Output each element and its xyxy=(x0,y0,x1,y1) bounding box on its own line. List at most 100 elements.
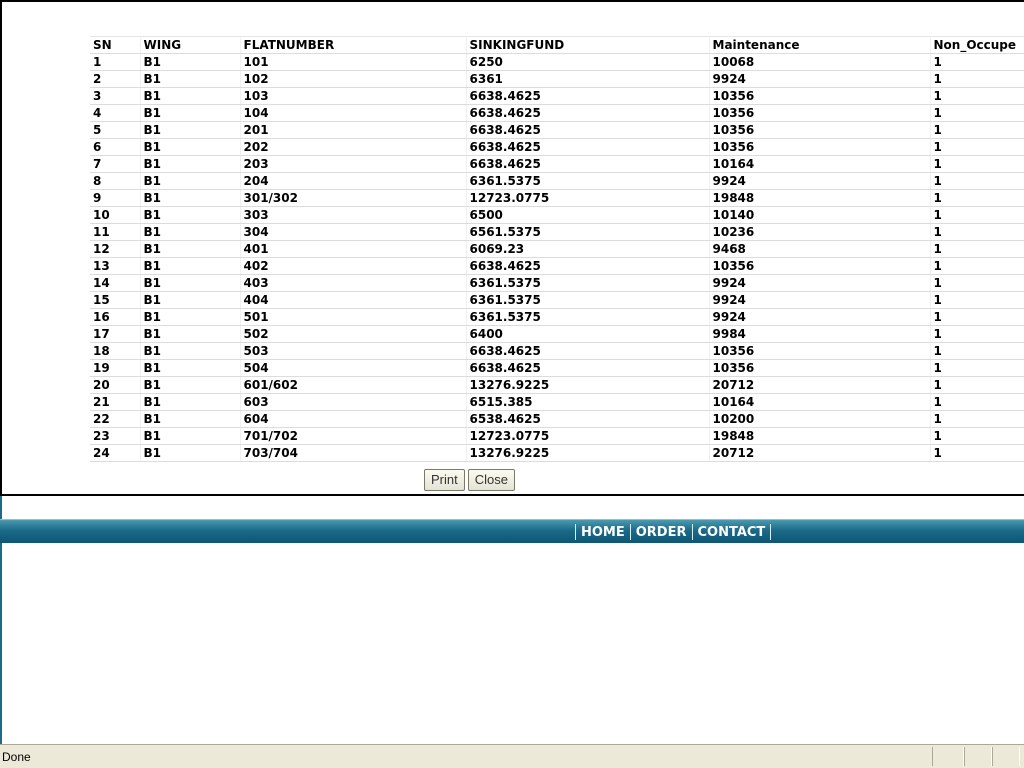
table-row: 18 B1 503 6638.4625 10356 1 xyxy=(90,342,1024,360)
cell-sinkingfund: 6361.5375 xyxy=(466,308,710,326)
cell-sinkingfund: 6638.4625 xyxy=(466,138,710,156)
nav-link-order[interactable]: ORDER xyxy=(636,525,687,540)
cell-sn: 2 xyxy=(90,70,141,88)
column-header-flatnumber: FLATNUMBER xyxy=(240,36,467,54)
cell-maintenance: 19848 xyxy=(709,427,931,445)
table-row: 13 B1 402 6638.4625 10356 1 xyxy=(90,257,1024,275)
table-row: 11 B1 304 6561.5375 10236 1 xyxy=(90,223,1024,241)
cell-maintenance: 10200 xyxy=(709,410,931,428)
cell-sinkingfund: 6638.4625 xyxy=(466,104,710,122)
cell-non-occupied: 1 xyxy=(930,427,1024,445)
cell-wing: B1 xyxy=(140,121,241,139)
nav-link-contact[interactable]: CONTACT xyxy=(698,525,766,540)
cell-maintenance: 10356 xyxy=(709,257,931,275)
cell-sn: 18 xyxy=(90,342,141,360)
table-row: 24 B1 703/704 13276.9225 20712 1 xyxy=(90,444,1024,462)
cell-sn: 3 xyxy=(90,87,141,105)
cell-flatnumber: 501 xyxy=(240,308,467,326)
cell-wing: B1 xyxy=(140,206,241,224)
cell-flatnumber: 304 xyxy=(240,223,467,241)
cell-wing: B1 xyxy=(140,410,241,428)
cell-maintenance: 10236 xyxy=(709,223,931,241)
cell-non-occupied: 1 xyxy=(930,223,1024,241)
cell-wing: B1 xyxy=(140,342,241,360)
report-panel: SN WING FLATNUMBER SINKINGFUND Maintenan… xyxy=(0,0,1024,496)
close-button[interactable]: Close xyxy=(467,469,515,491)
cell-wing: B1 xyxy=(140,308,241,326)
cell-maintenance: 9924 xyxy=(709,308,931,326)
cell-maintenance: 9468 xyxy=(709,240,931,258)
table-row: 22 B1 604 6538.4625 10200 1 xyxy=(90,410,1024,428)
nav-separator xyxy=(770,524,772,540)
browser-status-bar: Done xyxy=(0,744,1024,768)
cell-sn: 23 xyxy=(90,427,141,445)
cell-wing: B1 xyxy=(140,427,241,445)
table-row: 20 B1 601/602 13276.9225 20712 1 xyxy=(90,376,1024,394)
cell-non-occupied: 1 xyxy=(930,444,1024,462)
cell-flatnumber: 403 xyxy=(240,274,467,292)
footer-nav-bar: HOME ORDER CONTACT xyxy=(0,519,1024,543)
cell-sn: 24 xyxy=(90,444,141,462)
table-row: 14 B1 403 6361.5375 9924 1 xyxy=(90,274,1024,292)
cell-non-occupied: 1 xyxy=(930,189,1024,207)
cell-sn: 10 xyxy=(90,206,141,224)
table-row: 5 B1 201 6638.4625 10356 1 xyxy=(90,121,1024,139)
cell-non-occupied: 1 xyxy=(930,138,1024,156)
cell-flatnumber: 202 xyxy=(240,138,467,156)
cell-sn: 22 xyxy=(90,410,141,428)
cell-wing: B1 xyxy=(140,393,241,411)
table-row: 4 B1 104 6638.4625 10356 1 xyxy=(90,104,1024,122)
cell-maintenance: 9924 xyxy=(709,291,931,309)
cell-flatnumber: 401 xyxy=(240,240,467,258)
cell-flatnumber: 204 xyxy=(240,172,467,190)
cell-sn: 17 xyxy=(90,325,141,343)
cell-sn: 16 xyxy=(90,308,141,326)
cell-non-occupied: 1 xyxy=(930,274,1024,292)
cell-wing: B1 xyxy=(140,444,241,462)
cell-non-occupied: 1 xyxy=(930,104,1024,122)
nav-link-home[interactable]: HOME xyxy=(581,525,625,540)
cell-non-occupied: 1 xyxy=(930,155,1024,173)
cell-sn: 5 xyxy=(90,121,141,139)
cell-sinkingfund: 12723.0775 xyxy=(466,189,710,207)
cell-flatnumber: 503 xyxy=(240,342,467,360)
cell-wing: B1 xyxy=(140,172,241,190)
cell-non-occupied: 1 xyxy=(930,410,1024,428)
cell-sinkingfund: 6638.4625 xyxy=(466,155,710,173)
status-panel xyxy=(992,747,1020,766)
cell-flatnumber: 301/302 xyxy=(240,189,467,207)
cell-sn: 4 xyxy=(90,104,141,122)
cell-non-occupied: 1 xyxy=(930,308,1024,326)
cell-maintenance: 9924 xyxy=(709,274,931,292)
cell-maintenance: 10356 xyxy=(709,342,931,360)
cell-sinkingfund: 6515.385 xyxy=(466,393,710,411)
cell-flatnumber: 201 xyxy=(240,121,467,139)
cell-wing: B1 xyxy=(140,87,241,105)
cell-non-occupied: 1 xyxy=(930,240,1024,258)
column-header-sinkingfund: SINKINGFUND xyxy=(466,36,710,54)
cell-sinkingfund: 6638.4625 xyxy=(466,359,710,377)
cell-maintenance: 19848 xyxy=(709,189,931,207)
table-row: 12 B1 401 6069.23 9468 1 xyxy=(90,240,1024,258)
print-button[interactable]: Print xyxy=(424,469,465,491)
table-row: 2 B1 102 6361 9924 1 xyxy=(90,70,1024,88)
nav-links: HOME ORDER CONTACT xyxy=(570,523,776,541)
cell-maintenance: 10140 xyxy=(709,206,931,224)
cell-sinkingfund: 13276.9225 xyxy=(466,376,710,394)
cell-flatnumber: 103 xyxy=(240,87,467,105)
table-row: 7 B1 203 6638.4625 10164 1 xyxy=(90,155,1024,173)
cell-non-occupied: 1 xyxy=(930,121,1024,139)
cell-sinkingfund: 6069.23 xyxy=(466,240,710,258)
flat-fund-table: SN WING FLATNUMBER SINKINGFUND Maintenan… xyxy=(90,36,1024,462)
cell-flatnumber: 502 xyxy=(240,325,467,343)
cell-wing: B1 xyxy=(140,359,241,377)
browser-viewport: SN WING FLATNUMBER SINKINGFUND Maintenan… xyxy=(0,0,1024,744)
cell-maintenance: 10356 xyxy=(709,121,931,139)
cell-sn: 20 xyxy=(90,376,141,394)
cell-wing: B1 xyxy=(140,376,241,394)
table-row: 1 B1 101 6250 10068 1 xyxy=(90,53,1024,71)
cell-sinkingfund: 13276.9225 xyxy=(466,444,710,462)
table-row: 23 B1 701/702 12723.0775 19848 1 xyxy=(90,427,1024,445)
cell-maintenance: 10356 xyxy=(709,359,931,377)
cell-sinkingfund: 6638.4625 xyxy=(466,257,710,275)
